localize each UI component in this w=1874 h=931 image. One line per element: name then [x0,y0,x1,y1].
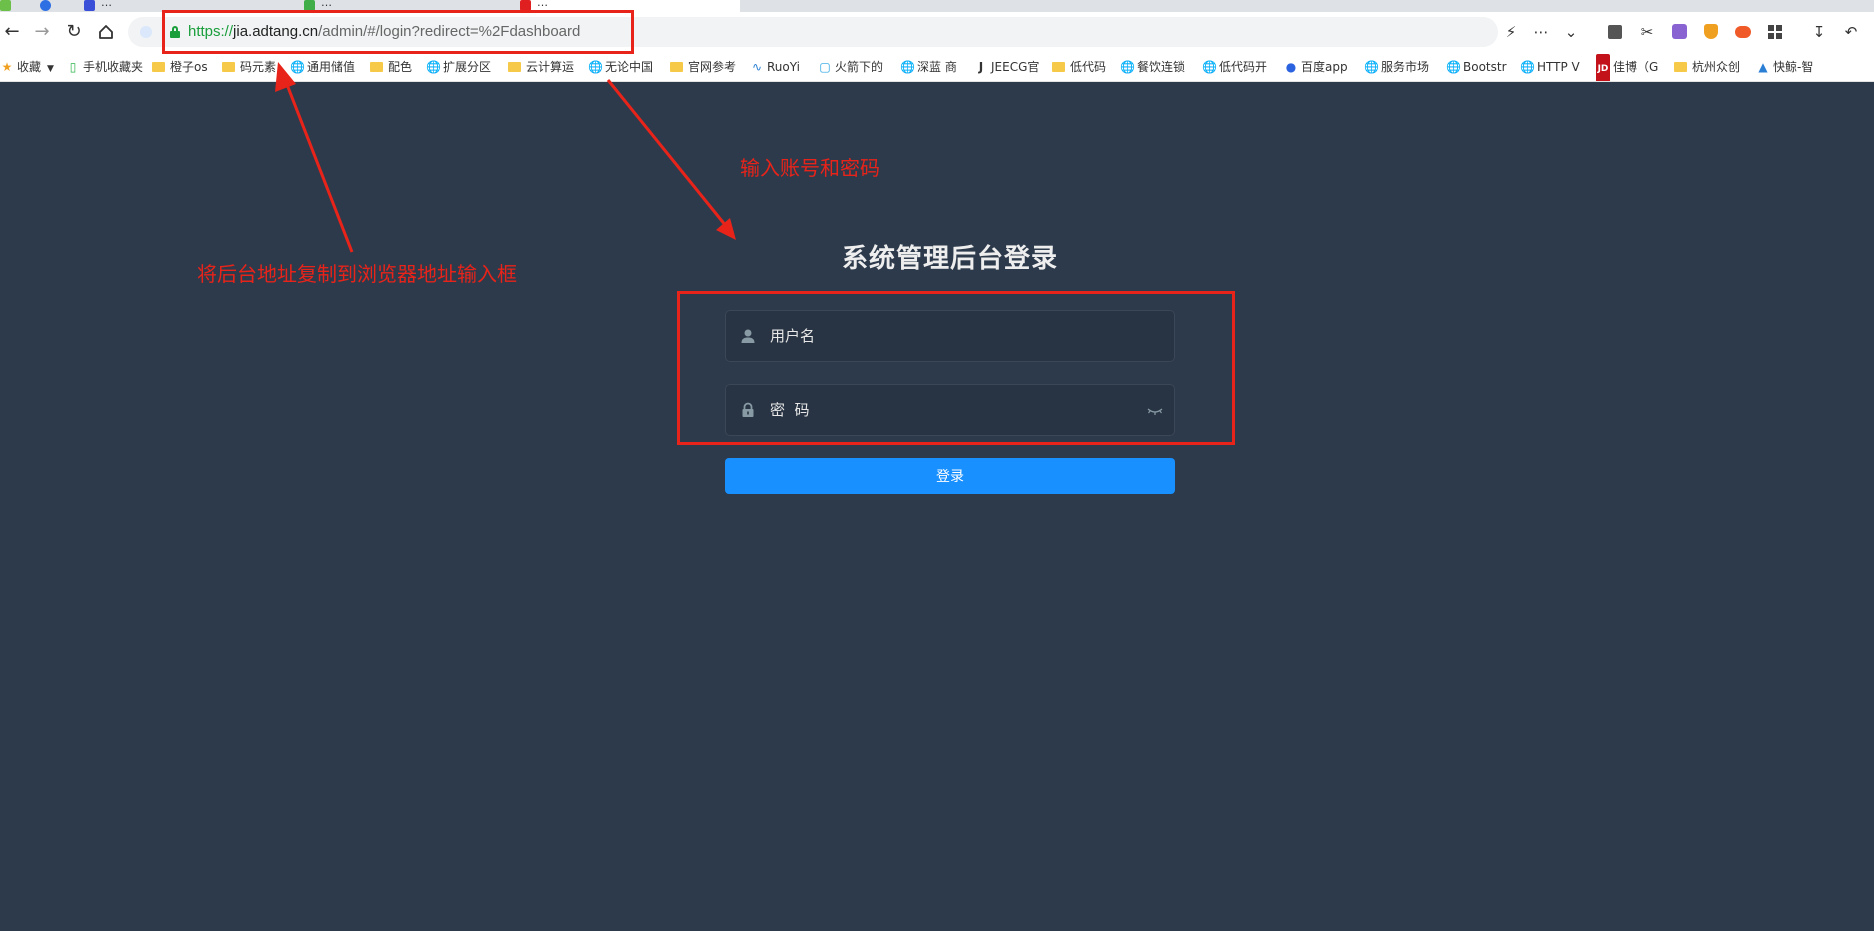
arrow-to-url [275,62,354,253]
annotation-arrows [275,62,736,253]
arrow-to-login-title [606,79,736,240]
